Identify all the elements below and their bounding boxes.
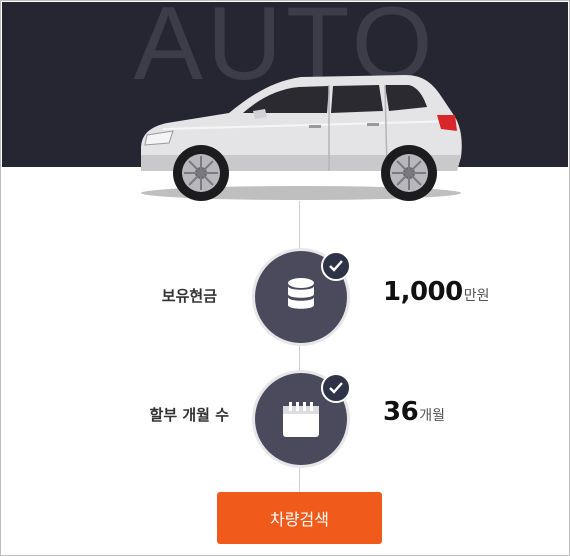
installment-value: 36개월 bbox=[383, 397, 445, 427]
calendar-icon bbox=[283, 402, 319, 437]
page-frame: AUTO 보유현금 1,000만원 할부 개월 수 36개월 차량검색 bbox=[0, 0, 570, 556]
vehicle-search-button[interactable]: 차량검색 bbox=[217, 492, 382, 544]
cash-unit: 만원 bbox=[463, 288, 490, 304]
installment-months: 36 bbox=[383, 397, 419, 427]
car-image bbox=[141, 75, 462, 201]
installment-label: 할부 개월 수 bbox=[149, 406, 229, 424]
installment-check-icon bbox=[321, 373, 351, 403]
cash-amount: 1,000 bbox=[383, 277, 463, 307]
cash-check-icon bbox=[321, 251, 351, 281]
database-icon bbox=[288, 278, 314, 309]
installment-unit: 개월 bbox=[419, 408, 445, 424]
cash-value: 1,000만원 bbox=[383, 277, 490, 307]
cash-label: 보유현금 bbox=[161, 287, 217, 305]
